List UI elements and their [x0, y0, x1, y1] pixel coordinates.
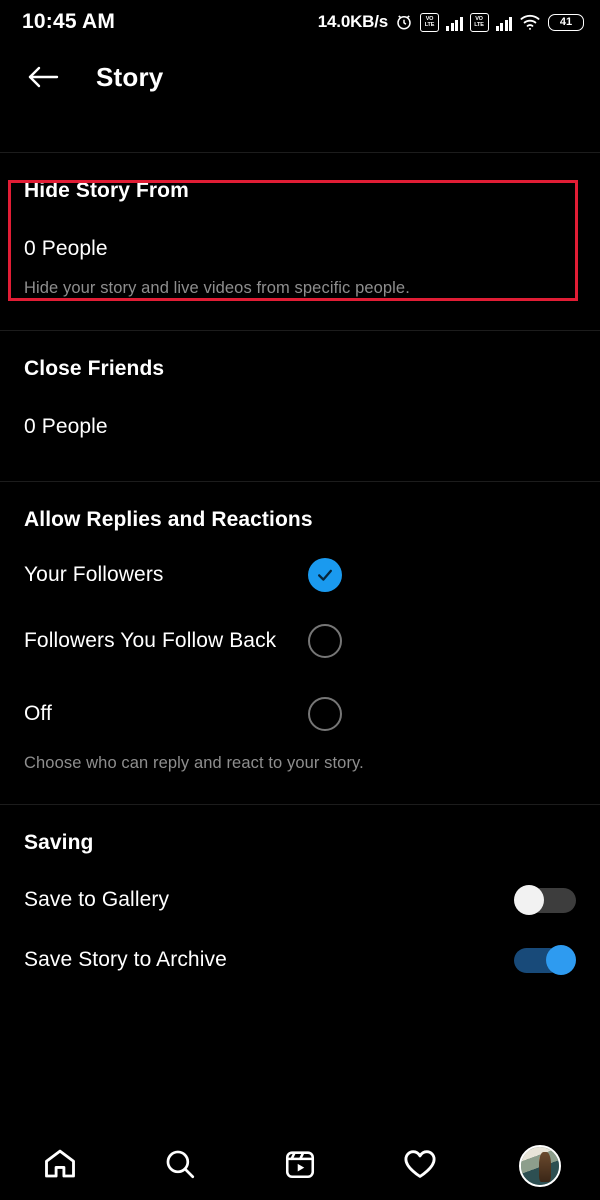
status-clock: 10:45 AM [22, 10, 116, 33]
volte-sim1-icon: VO LTE [420, 12, 439, 32]
reels-icon [283, 1147, 317, 1186]
close-friends-title[interactable]: Close Friends [0, 331, 600, 381]
toggle-row-save-story-to-archive[interactable]: Save Story to Archive [0, 929, 600, 991]
volte-sim2-bottom: LTE [474, 22, 484, 28]
toggle-row-save-to-gallery[interactable]: Save to Gallery [0, 855, 600, 929]
network-speed-text: 14.0KB/s [317, 12, 388, 31]
bottom-navigation-bar [0, 1132, 600, 1200]
hide-story-value: 0 People [24, 237, 108, 260]
page-title: Story [96, 61, 164, 92]
option-label-your-followers: Your Followers [24, 563, 164, 586]
nav-item-home[interactable] [30, 1140, 90, 1192]
option-row-followers-you-follow-back[interactable]: Followers You Follow Back [0, 604, 600, 677]
option-row-your-followers[interactable]: Your Followers [0, 532, 600, 604]
wifi-icon [519, 13, 541, 31]
toggle-knob-save-story-to-archive [546, 945, 576, 975]
hide-story-description: Hide your story and live videos from spe… [24, 279, 410, 297]
status-bar: 10:45 AM 14.0KB/s VO LTE VO LTE 41 [0, 0, 600, 44]
radio-your-followers-selected[interactable] [308, 558, 342, 592]
radio-followers-you-follow-back[interactable] [308, 623, 342, 658]
saving-title: Saving [24, 831, 94, 854]
nav-item-search[interactable] [150, 1140, 210, 1192]
heart-icon [402, 1146, 438, 1187]
signal-bars-sim1-icon [446, 14, 463, 31]
option-row-off[interactable]: Off [0, 677, 600, 750]
toggle-knob-save-to-gallery [514, 885, 544, 915]
nav-item-activity[interactable] [390, 1140, 450, 1192]
toggle-label-save-to-gallery: Save to Gallery [24, 888, 170, 911]
allow-replies-description: Choose who can reply and react to your s… [24, 754, 364, 772]
back-arrow-icon[interactable] [26, 60, 60, 94]
close-friends-value: 0 People [24, 415, 108, 438]
nav-item-reels[interactable] [270, 1140, 330, 1192]
section-saving: Saving Save to Gallery Save Story to Arc… [0, 805, 600, 991]
radio-off[interactable] [308, 696, 342, 731]
hide-story-title[interactable]: Hide Story From [0, 153, 600, 203]
close-friends-row[interactable]: 0 People [0, 381, 600, 455]
battery-level-text: 41 [559, 16, 573, 28]
hide-story-row[interactable]: 0 People [0, 203, 600, 277]
battery-icon: 41 [548, 13, 584, 31]
toggle-label-save-story-to-archive: Save Story to Archive [24, 948, 227, 971]
allow-replies-title: Allow Replies and Reactions [24, 508, 313, 531]
volte-sim1-bottom: LTE [424, 22, 435, 28]
section-close-friends: Close Friends 0 People [0, 331, 600, 455]
app-header: Story [0, 44, 600, 110]
section-allow-replies: Allow Replies and Reactions Your Followe… [0, 482, 600, 773]
home-icon [42, 1146, 78, 1187]
nav-item-profile[interactable] [510, 1140, 570, 1192]
volte-sim2-icon: VO LTE [469, 12, 489, 32]
option-label-followers-you-follow-back: Followers You Follow Back [24, 628, 277, 652]
search-icon [163, 1147, 197, 1186]
toggle-save-story-to-archive[interactable] [514, 945, 576, 975]
alarm-clock-icon [395, 13, 413, 31]
profile-avatar [519, 1145, 561, 1187]
status-icons: 14.0KB/s VO LTE VO LTE 41 [318, 12, 584, 32]
option-label-off: Off [24, 701, 52, 725]
section-hide-story: Hide Story From 0 People Hide your story… [0, 153, 600, 298]
toggle-save-to-gallery[interactable] [514, 885, 576, 915]
signal-bars-sim2-icon [495, 14, 512, 31]
